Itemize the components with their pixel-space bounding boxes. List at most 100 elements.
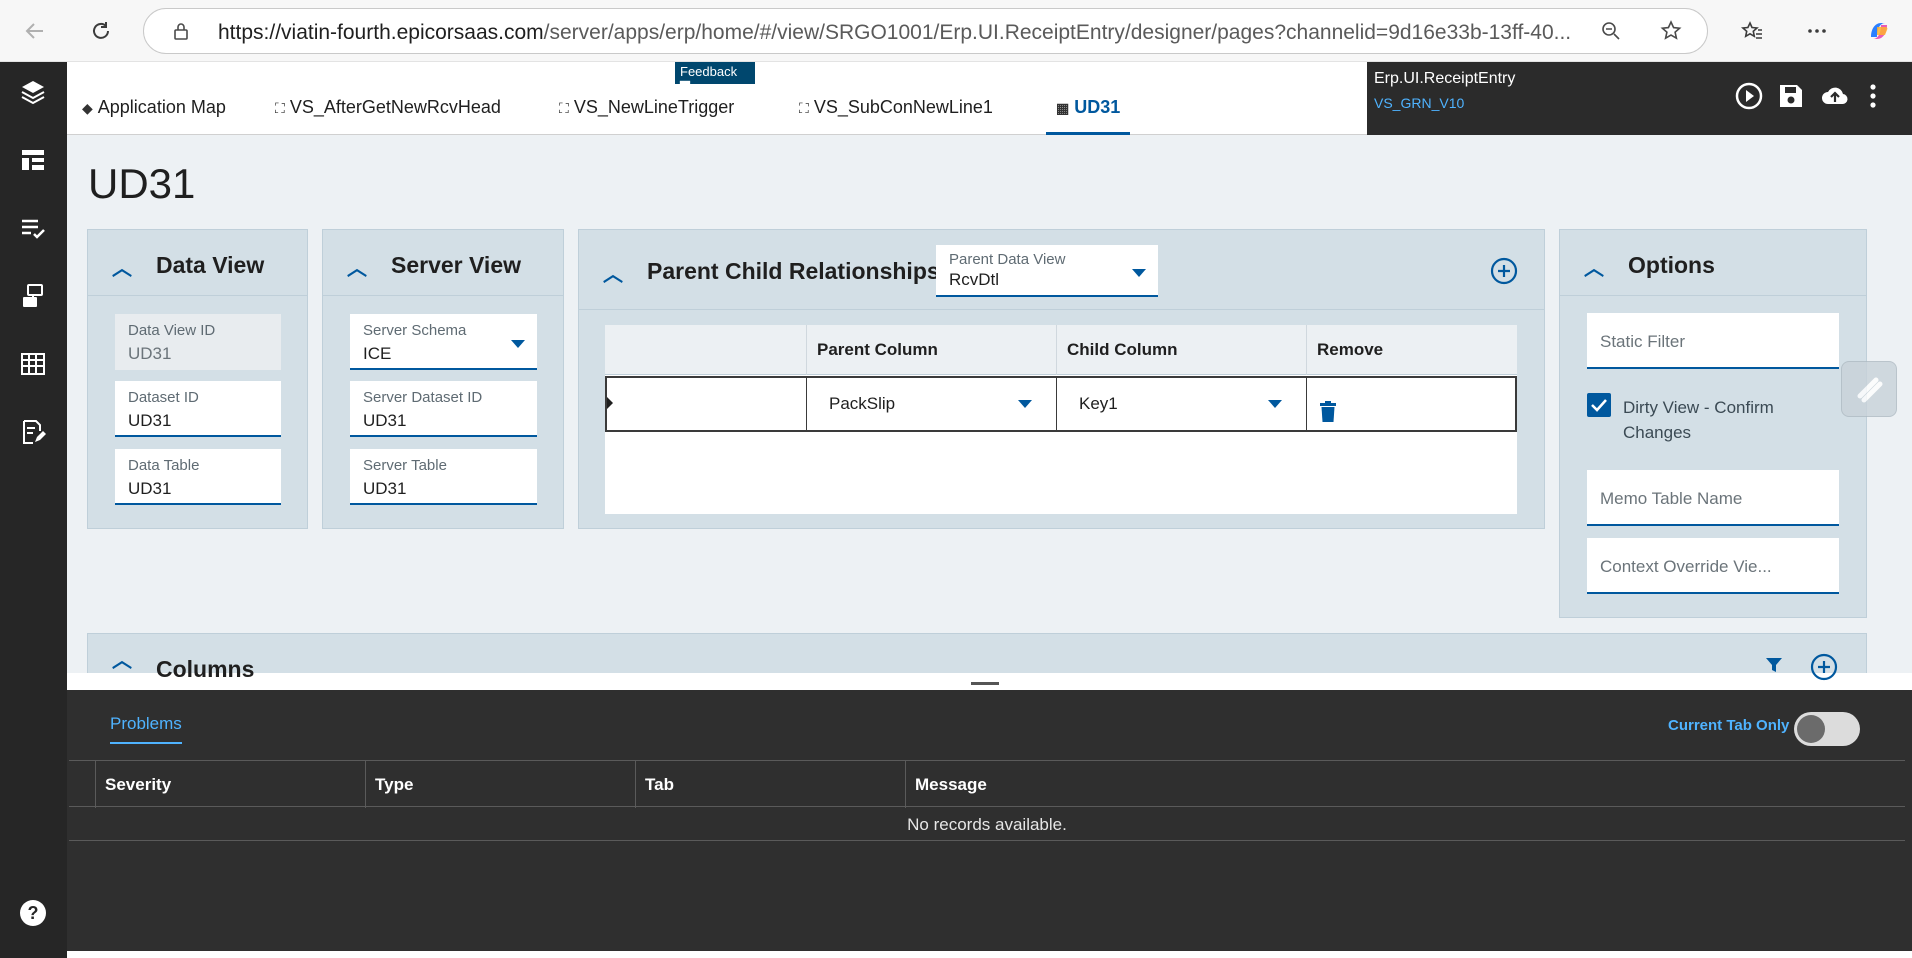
card-title: Server View xyxy=(391,252,522,278)
chevron-up-icon[interactable]: ︿ xyxy=(1584,252,1604,281)
server-table-field[interactable]: Server Table UD31 xyxy=(350,449,537,505)
help-icon[interactable]: ? xyxy=(17,897,49,929)
column-header-child[interactable]: Child Column xyxy=(1056,325,1306,375)
add-circle-icon[interactable] xyxy=(1810,653,1838,686)
field-value: RcvDtl xyxy=(949,270,1000,289)
static-filter-input[interactable]: Static Filter xyxy=(1587,313,1839,369)
cell-value: Key1 xyxy=(1079,394,1118,413)
tab-vs-aftergetnewrcvhead[interactable]: ⛶ VS_AfterGetNewRcvHead xyxy=(275,97,501,135)
tab-ud31[interactable]: ▦ UD31 xyxy=(1046,97,1131,135)
parent-data-view-dropdown[interactable]: Parent Data View RcvDtl xyxy=(936,245,1158,297)
field-value: UD31 xyxy=(363,411,407,430)
panel-resize-handle[interactable] xyxy=(971,682,999,685)
field-label: Data Table xyxy=(128,457,200,474)
tab-vs-subconnewline1[interactable]: ⛶ VS_SubConNewLine1 xyxy=(799,97,993,135)
favorites-icon[interactable] xyxy=(1735,14,1769,48)
chevron-up-icon[interactable]: ︿ xyxy=(112,644,132,673)
checklist-icon[interactable] xyxy=(17,212,49,244)
caret-down-icon[interactable] xyxy=(1132,269,1146,277)
publish-icon[interactable] xyxy=(1819,80,1851,112)
columns-card: ︿ Columns xyxy=(87,633,1867,682)
field-label: Parent Data View xyxy=(949,251,1066,268)
field-label: Server Table xyxy=(363,457,447,474)
card-title: Parent Child Relationships xyxy=(647,258,940,284)
layer-name-link[interactable]: VS_GRN_V10 xyxy=(1374,95,1464,111)
current-tab-only-toggle[interactable] xyxy=(1794,712,1860,746)
table-row[interactable]: PackSlip Key1 xyxy=(605,376,1517,432)
zoom-icon[interactable] xyxy=(1598,18,1624,44)
filter-icon[interactable] xyxy=(1765,656,1783,679)
app-title: Erp.UI.ReceiptEntry xyxy=(1374,70,1516,87)
table-icon[interactable] xyxy=(17,348,49,380)
event-icon: ⛶ xyxy=(799,100,809,116)
copilot-icon[interactable] xyxy=(1862,14,1896,48)
column-header-severity[interactable]: Severity xyxy=(95,761,365,808)
data-rules-icon[interactable] xyxy=(17,280,49,312)
more-icon[interactable] xyxy=(1800,14,1834,48)
chevron-up-icon[interactable]: ︿ xyxy=(347,252,367,281)
app-header: Erp.UI.ReceiptEntry VS_GRN_V10 xyxy=(1367,62,1912,135)
column-header-type[interactable]: Type xyxy=(365,761,635,808)
server-schema-dropdown[interactable]: Server Schema ICE xyxy=(350,314,537,370)
more-vertical-icon[interactable] xyxy=(1863,80,1883,112)
context-override-input[interactable]: Context Override Vie... xyxy=(1587,538,1839,594)
chevron-up-icon[interactable]: ︿ xyxy=(112,252,132,281)
caret-down-icon[interactable] xyxy=(511,340,525,348)
address-bar[interactable]: https://viatin-fourth.epicorsaas.com/ser… xyxy=(143,8,1708,54)
feedback-button[interactable]: Feedback ▇ xyxy=(675,62,755,94)
tab-problems[interactable]: Problems xyxy=(110,714,182,744)
dirty-view-label: Dirty View - Confirm Changes xyxy=(1623,398,1774,442)
save-icon[interactable] xyxy=(1775,80,1807,112)
dataset-id-field[interactable]: Dataset ID UD31 xyxy=(115,381,281,437)
remove-cell xyxy=(1306,378,1515,430)
layers-icon[interactable] xyxy=(17,76,49,108)
browser-toolbar: https://viatin-fourth.epicorsaas.com/ser… xyxy=(0,0,1912,62)
event-icon: ⛶ xyxy=(559,100,569,116)
placeholder-text: Static Filter xyxy=(1600,332,1686,351)
card-header: ︿ Parent Child Relationships Parent Data… xyxy=(579,230,1544,310)
card-title: Columns xyxy=(156,656,255,682)
current-tab-only-label: Current Tab Only xyxy=(1668,717,1790,734)
column-header-tab[interactable]: Tab xyxy=(635,761,905,808)
parent-column-dropdown[interactable]: PackSlip xyxy=(806,378,1056,430)
assistant-icon[interactable] xyxy=(1841,361,1897,417)
tab-vs-newlinetrigger[interactable]: ⛶ VS_NewLineTrigger xyxy=(559,97,734,135)
edit-document-icon[interactable] xyxy=(17,416,49,448)
lock-icon[interactable] xyxy=(168,18,194,44)
column-header xyxy=(605,325,806,375)
column-header-message[interactable]: Message xyxy=(905,761,1905,808)
column-header-parent[interactable]: Parent Column xyxy=(806,325,1056,375)
child-column-dropdown[interactable]: Key1 xyxy=(1056,378,1306,430)
star-icon[interactable] xyxy=(1658,18,1684,44)
refresh-icon[interactable] xyxy=(84,14,118,48)
add-circle-icon[interactable] xyxy=(1490,257,1518,290)
row-selector[interactable] xyxy=(607,378,806,430)
layers-icon: ◆ xyxy=(82,100,93,116)
memo-table-name-input[interactable]: Memo Table Name xyxy=(1587,470,1839,526)
trash-icon[interactable] xyxy=(1319,392,1337,444)
tab-application-map[interactable]: ◆ Application Map xyxy=(82,97,226,135)
empty-state-text: No records available. xyxy=(69,808,1905,841)
column-header-remove: Remove xyxy=(1306,325,1517,375)
data-table-field[interactable]: Data Table UD31 xyxy=(115,449,281,505)
field-label: Server Schema xyxy=(363,322,467,339)
table-icon: ▦ xyxy=(1056,100,1070,116)
server-dataset-id-field[interactable]: Server Dataset ID UD31 xyxy=(350,381,537,437)
chevron-up-icon[interactable]: ︿ xyxy=(603,258,623,287)
dirty-view-checkbox[interactable] xyxy=(1587,393,1611,417)
field-label: Dataset ID xyxy=(128,389,199,406)
layout-icon[interactable] xyxy=(17,144,49,176)
server-view-card: ︿ Server View Server Schema ICE Server D… xyxy=(322,229,564,529)
field-value: UD31 xyxy=(128,411,172,430)
url-text: https://viatin-fourth.epicorsaas.com/ser… xyxy=(218,21,1572,44)
data-view-id-field: Data View ID UD31 xyxy=(115,314,281,370)
field-value: ICE xyxy=(363,344,392,363)
data-view-card: ︿ Data View Data View ID UD31 Dataset ID… xyxy=(87,229,308,529)
field-label: Data View ID xyxy=(128,322,216,339)
card-header: ︿ Server View xyxy=(323,230,563,296)
card-title: Options xyxy=(1628,252,1715,278)
preview-icon[interactable] xyxy=(1733,80,1765,112)
back-icon[interactable] xyxy=(18,14,52,48)
caret-down-icon[interactable] xyxy=(1268,400,1282,408)
caret-down-icon[interactable] xyxy=(1018,400,1032,408)
